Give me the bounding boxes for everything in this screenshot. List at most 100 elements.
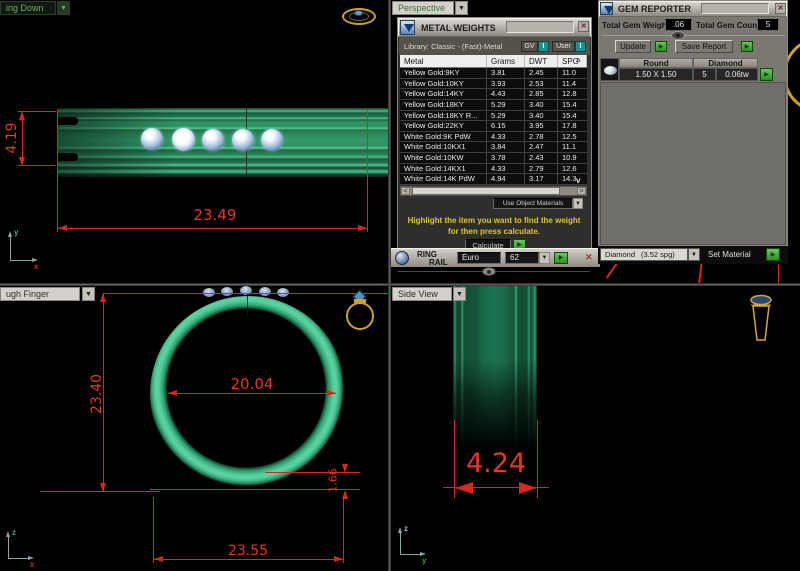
viewport-divider-horizontal[interactable] xyxy=(0,283,800,286)
scroll-right-button[interactable]: > xyxy=(577,187,586,195)
gem-stone[interactable] xyxy=(172,128,195,151)
gem-stone[interactable] xyxy=(141,128,163,150)
metal-table-row[interactable]: Yellow Gold:18KY 5.29 3.40 15.4 xyxy=(400,99,587,111)
viewport-label-side-view[interactable]: Side View xyxy=(392,287,452,301)
app-logo-icon xyxy=(400,20,415,35)
metal-table-row[interactable]: White Gold:9K PdW 4.33 2.78 12.5 xyxy=(400,131,587,143)
band-notch-bottom xyxy=(57,153,78,161)
gem-type-header: Diamond xyxy=(693,58,758,68)
gem-size-cell[interactable]: 1.50 X 1.50 xyxy=(619,68,693,81)
save-report-button[interactable]: Save Report xyxy=(675,40,733,53)
metal-table-cell: Yellow Gold:22KY xyxy=(400,121,487,131)
viewport-dropdown-icon[interactable]: ▼ xyxy=(57,1,70,15)
rail-close-icon[interactable]: ✕ xyxy=(585,252,593,263)
gem-weight-cell[interactable]: 0.06tw xyxy=(716,68,758,81)
metal-table-row[interactable]: White Gold:10KX1 3.84 2.47 11.1 xyxy=(400,142,587,154)
gem-count-cell[interactable]: 5 xyxy=(693,68,716,81)
viewport-label-looking-down[interactable]: ing Down xyxy=(0,1,56,15)
metal-table-cell: 17.8 xyxy=(562,121,577,131)
column-header[interactable]: Metal xyxy=(400,55,487,67)
gem-stone[interactable] xyxy=(202,129,224,151)
app-logo-icon xyxy=(600,2,613,15)
metal-table-cell: 4.33 xyxy=(487,163,525,174)
viewport-label-through-finger[interactable]: ugh Finger xyxy=(0,287,80,301)
metal-table-row[interactable]: White Gold:10KW 3.78 2.43 10.9 xyxy=(400,153,587,164)
rail-play-icon[interactable]: ▶ xyxy=(554,252,568,264)
update-play-icon[interactable]: ▶ xyxy=(655,41,667,52)
dim-line xyxy=(168,393,336,394)
hscrollbar[interactable]: < > xyxy=(400,186,587,196)
dim-line xyxy=(58,228,367,229)
viewport-dropdown-icon[interactable]: ▼ xyxy=(82,287,95,301)
set-material-play-icon[interactable]: ▶ xyxy=(766,248,780,261)
metal-table-row[interactable]: White Gold:14KX1 4.33 2.79 12.6 xyxy=(400,163,587,175)
metal-table-cell: White Gold:9K PdW xyxy=(400,131,487,142)
metal-table-cell: Yellow Gold:14KY xyxy=(400,89,487,99)
metal-table-cell: 12.5 xyxy=(562,131,577,141)
scroll-up-arrow[interactable]: ^ xyxy=(576,57,581,66)
metal-table-cell: 3.93 xyxy=(487,78,525,89)
metal-table-row[interactable]: Yellow Gold:10KY 3.93 2.53 11.4 xyxy=(400,78,587,90)
gem-shape-header: Round xyxy=(619,58,693,68)
material-dropdown[interactable]: Diamond (3.52 spg) xyxy=(600,248,688,261)
currency-field[interactable]: Euro xyxy=(457,252,501,264)
metal-table-row[interactable]: Yellow Gold:18KY R... 5.29 3.40 15.4 xyxy=(400,110,587,122)
viewport-label-perspective[interactable]: Perspective xyxy=(392,1,454,15)
scroll-thumb[interactable] xyxy=(412,187,560,195)
material-name: Diamond xyxy=(605,250,636,259)
dim-ext-line xyxy=(103,293,388,294)
save-report-play-icon[interactable]: ▶ xyxy=(741,41,753,52)
dim-text-inner-diameter: 20.04 xyxy=(230,375,274,393)
gem-stone[interactable] xyxy=(232,129,254,151)
metal-table-header: Metal Grams DWT SPG xyxy=(400,55,587,68)
total-weight-value[interactable]: .06 xyxy=(665,19,692,31)
scroll-down-arrow[interactable]: v xyxy=(576,176,580,185)
object-materials-dropdown[interactable]: Use Object Materials xyxy=(493,198,573,209)
metal-table-row[interactable]: White Gold:14K PdW 4.94 3.17 14.3 xyxy=(400,174,587,186)
instruction-line1: Highlight the item you want to find the … xyxy=(407,216,581,225)
metal-table-cell: 15.4 xyxy=(562,99,577,109)
gem-row-play-icon[interactable]: ▶ xyxy=(760,68,773,81)
user-toggle-indicator[interactable]: I xyxy=(575,41,586,52)
metal-table-cell: 4.94 xyxy=(487,174,525,185)
column-header[interactable]: Grams xyxy=(487,55,525,67)
metal-table-row[interactable]: Yellow Gold:14KY 4.43 2.85 12.8 xyxy=(400,89,587,100)
gem-thumbnail[interactable] xyxy=(600,58,619,81)
ring-band-side-view[interactable] xyxy=(453,286,537,468)
size-field[interactable]: 62 xyxy=(505,252,539,264)
ring-orientation-icon xyxy=(746,293,776,348)
dim-arrow xyxy=(168,390,177,396)
rail-sphere-icon[interactable] xyxy=(395,251,409,265)
metal-table-row[interactable]: Yellow Gold:22KY 6.15 3.95 17.8 xyxy=(400,121,587,132)
metal-weights-title: METAL WEIGHTS xyxy=(421,23,496,33)
user-toggle-label[interactable]: User xyxy=(552,41,575,52)
column-header[interactable]: SPG xyxy=(558,55,587,67)
gem-stone[interactable] xyxy=(261,129,283,151)
scroll-left-button[interactable]: < xyxy=(401,187,410,195)
metal-table-cell: 2.47 xyxy=(525,142,558,153)
metal-table-cell: 3.95 xyxy=(525,121,558,131)
close-icon[interactable]: ✕ xyxy=(775,3,786,14)
column-header[interactable]: DWT xyxy=(525,55,558,67)
viewport-dropdown-icon[interactable]: ▼ xyxy=(455,1,468,15)
gv-toggle-label[interactable]: GV xyxy=(521,41,538,52)
material-dropdown-icon[interactable]: ▼ xyxy=(688,248,700,261)
metal-table-cell: 3.40 xyxy=(525,110,558,121)
metal-table-cell: 11.0 xyxy=(562,68,577,77)
size-dropdown-icon[interactable]: ▼ xyxy=(539,252,550,264)
update-button[interactable]: Update xyxy=(615,40,651,53)
set-material-label[interactable]: Set Material xyxy=(708,250,751,259)
dim-arrow xyxy=(58,225,67,231)
divider-handle[interactable] xyxy=(671,31,685,40)
gv-toggle-indicator[interactable]: I xyxy=(538,41,549,52)
dim-ext-line xyxy=(57,110,58,232)
total-count-value[interactable]: 5 xyxy=(757,19,779,31)
rail-slider-handle[interactable] xyxy=(482,267,496,276)
close-icon[interactable]: ✕ xyxy=(578,21,589,32)
object-materials-drop-icon[interactable]: ▼ xyxy=(573,198,583,209)
viewport-dropdown-icon[interactable]: ▼ xyxy=(453,287,466,301)
ring-cross-section[interactable] xyxy=(150,296,346,492)
metal-table-row[interactable]: Yellow Gold:9KY 3.81 2.45 11.0 xyxy=(400,68,587,79)
dim-text-band-width: 4.24 xyxy=(465,448,527,479)
metal-table-cell: 12.6 xyxy=(562,163,577,173)
